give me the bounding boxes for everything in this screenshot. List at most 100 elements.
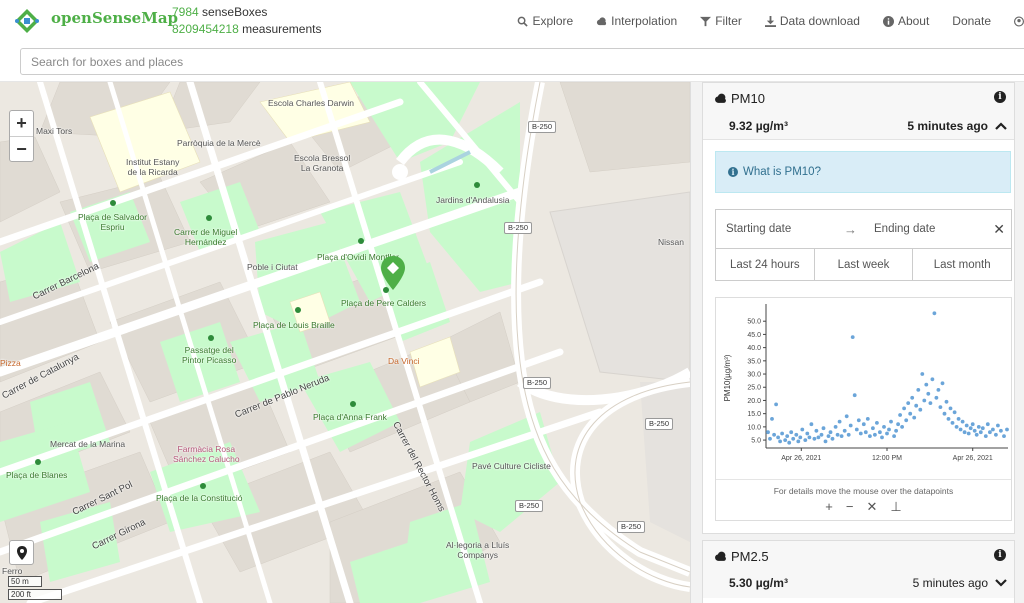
data-point xyxy=(892,434,896,438)
info-icon[interactable]: i xyxy=(994,549,1006,561)
data-point xyxy=(770,417,774,421)
data-point xyxy=(796,439,801,444)
map-label-parroquia: Parròquia de la Mercè xyxy=(177,138,261,148)
pm10-chart-svg[interactable]: 5.0 10.0 15.0 20.0 25.0 30.0 35.0 40.0 45.0 50.0 A… xyxy=(716,298,1013,478)
data-point xyxy=(924,382,929,387)
nav-about[interactable]: About xyxy=(882,12,930,30)
map-view[interactable]: Maxi Tors Escola Charles Darwin Parròqui… xyxy=(0,82,690,603)
data-point xyxy=(940,381,945,386)
boxes-count: 7984 xyxy=(172,5,199,19)
pm10-chart[interactable]: 5.0 10.0 15.0 20.0 25.0 30.0 35.0 40.0 45.0 50.0 A… xyxy=(715,297,1012,521)
chevron-down-icon[interactable] xyxy=(995,578,1007,588)
data-point xyxy=(828,430,833,435)
zoom-out-button[interactable]: − xyxy=(10,136,33,161)
data-point xyxy=(885,431,889,436)
nav-data-download[interactable]: Data download xyxy=(764,12,860,30)
x-tick-label: Apr 26, 2021 xyxy=(781,455,821,462)
nav-about-label: About xyxy=(897,14,930,28)
nav-explore[interactable]: Explore xyxy=(517,12,573,30)
data-point xyxy=(902,406,906,411)
what-is-pm10-link[interactable]: i What is PM10? xyxy=(715,151,1011,193)
info-icon xyxy=(882,15,894,27)
data-point xyxy=(803,438,808,442)
pm25-card-header[interactable]: PM2.5 i 5.30 µg/m³ 5 minutes ago xyxy=(703,541,1014,598)
data-point xyxy=(889,419,893,424)
map-label-nissan: Nissan xyxy=(658,237,684,247)
data-point xyxy=(964,423,969,428)
what-is-pm10-label: What is PM10? xyxy=(743,166,821,178)
data-point xyxy=(968,426,973,431)
nav-user[interactable] xyxy=(1014,12,1024,30)
road-shield: B-250 xyxy=(504,222,533,234)
road-shield: B-250 xyxy=(515,500,544,512)
data-point xyxy=(839,434,844,438)
data-point xyxy=(900,425,904,429)
opensensemap-logo-icon[interactable] xyxy=(12,6,42,36)
data-point xyxy=(776,435,780,440)
data-point xyxy=(850,335,855,339)
zoom-in-button[interactable]: + xyxy=(10,111,33,136)
y-tick-label: 40.0 xyxy=(747,345,761,352)
data-point xyxy=(816,435,821,440)
info-icon[interactable]: i xyxy=(994,91,1006,103)
nav-explore-label: Explore xyxy=(532,14,574,28)
data-point xyxy=(798,435,803,440)
nav-interpolation[interactable]: Interpolation xyxy=(596,12,677,30)
data-point xyxy=(768,436,772,441)
cloud-icon xyxy=(597,16,607,25)
data-point xyxy=(835,432,840,437)
sensor-sidebar: PM10 i 9.32 µg/m³ 5 minutes ago i What i… xyxy=(690,82,1024,603)
data-point xyxy=(930,377,935,382)
map-label-placa-anna: Plaça d'Anna Frank xyxy=(313,412,387,422)
data-point xyxy=(842,428,847,433)
data-point xyxy=(976,425,981,429)
x-tick-label: Apr 26, 2021 xyxy=(953,455,993,462)
clear-dates-icon[interactable]: ✕ xyxy=(993,221,1005,238)
chevron-up-icon[interactable] xyxy=(995,121,1007,131)
data-point xyxy=(988,430,992,435)
chart-zoom-in-button[interactable]: + xyxy=(825,499,833,515)
data-point xyxy=(856,418,861,423)
y-tick-label: 45.0 xyxy=(747,332,761,339)
location-pin-icon xyxy=(16,545,27,560)
end-date-input[interactable]: Ending date xyxy=(874,223,935,235)
data-point xyxy=(882,425,886,429)
sensebox-marker-icon[interactable] xyxy=(380,256,406,290)
cloud-icon xyxy=(715,551,726,561)
chart-zoom-out-button[interactable]: − xyxy=(846,499,854,515)
locate-me-button[interactable] xyxy=(9,540,34,565)
data-point xyxy=(926,391,931,396)
pm10-value: 9.32 µg/m³ xyxy=(729,119,788,133)
last-month-button[interactable]: Last month xyxy=(912,249,1011,280)
data-point xyxy=(970,422,975,427)
data-point xyxy=(852,393,857,398)
nav-donate[interactable]: Donate xyxy=(952,12,991,30)
search-icon xyxy=(518,16,529,27)
nav-filter[interactable]: Filter xyxy=(700,12,742,30)
map-label-alegoria: Al·legoria a Lluís Companys xyxy=(446,540,510,560)
arrow-right-icon: → xyxy=(844,221,857,237)
map-label-pizza: Pizza xyxy=(0,358,21,368)
map-label-institut: Institut Estany de la Ricarda xyxy=(126,157,180,177)
start-date-input[interactable]: Starting date xyxy=(726,223,844,235)
download-icon xyxy=(764,15,776,27)
pm25-value: 5.30 µg/m³ xyxy=(729,576,788,590)
pm10-card-header[interactable]: PM10 i 9.32 µg/m³ 5 minutes ago xyxy=(703,83,1014,140)
data-point xyxy=(809,422,814,427)
data-point xyxy=(833,425,838,429)
data-point xyxy=(946,417,951,421)
search-input[interactable] xyxy=(21,49,1024,74)
chart-reset-button[interactable]: ✕ xyxy=(866,499,877,515)
brand-name[interactable]: openSenseMap xyxy=(51,9,178,27)
data-point xyxy=(823,439,828,444)
data-point xyxy=(830,436,835,441)
search-box[interactable] xyxy=(20,48,1024,75)
scale-bar-imperial: 200 ft xyxy=(8,589,62,600)
chart-download-button[interactable]: ⊥ xyxy=(890,499,901,515)
last-week-button[interactable]: Last week xyxy=(813,249,913,280)
data-point xyxy=(780,431,784,436)
data-point xyxy=(800,427,805,432)
data-point xyxy=(873,432,877,437)
data-point xyxy=(994,432,998,437)
last-24-hours-button[interactable]: Last 24 hours xyxy=(716,249,814,280)
